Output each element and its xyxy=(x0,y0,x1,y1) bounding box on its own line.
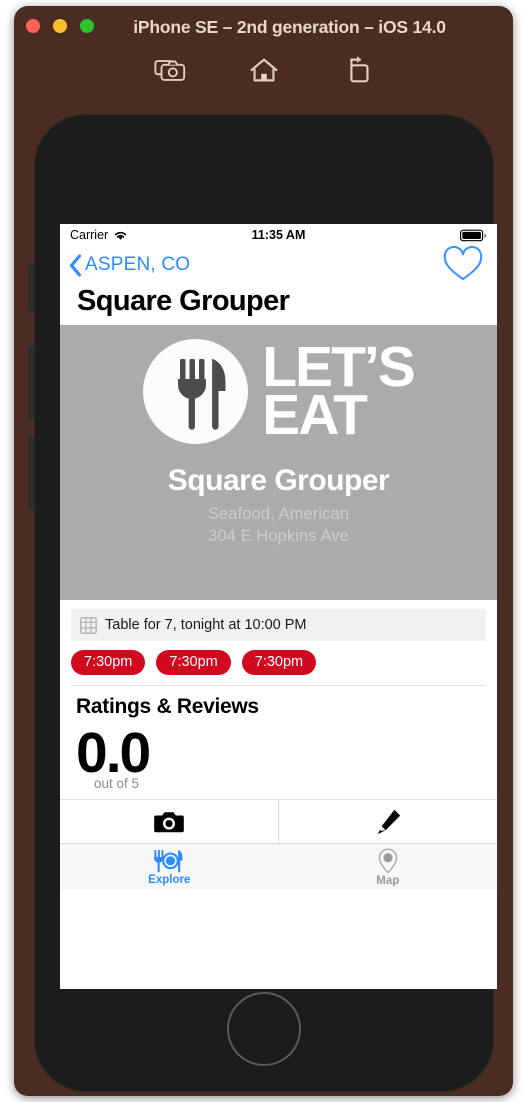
ratings-heading: Ratings & Reviews xyxy=(76,695,259,718)
reservation-summary-bar[interactable]: Table for 7, tonight at 10:00 PM xyxy=(71,609,486,641)
lets-eat-logo: LET’S EAT xyxy=(143,339,416,447)
hero-address: 304 E Hopkins Ave xyxy=(208,527,349,545)
tab-explore[interactable]: Explore xyxy=(60,844,279,890)
rotate-icon[interactable] xyxy=(341,53,375,87)
rating-out-of-label: out of 5 xyxy=(94,776,140,792)
back-button-label: ASPEN, CO xyxy=(85,254,191,275)
logo-line-2: EAT xyxy=(262,382,368,447)
rating-score: 0.0 xyxy=(76,721,151,785)
home-icon[interactable] xyxy=(247,53,281,87)
camera-icon xyxy=(154,811,184,832)
phone-screen: Carrier 11:35 AM ASPEN, CO Square Groupe… xyxy=(60,224,497,989)
fork-and-knife-plate-icon xyxy=(143,339,249,444)
tab-bar: Explore Map xyxy=(60,843,498,891)
chevron-left-icon xyxy=(69,253,82,277)
hero-restaurant-name: Square Grouper xyxy=(167,464,390,497)
simulator-window: iPhone SE – 2nd generation – iOS 14.0 Ca… xyxy=(14,6,513,1096)
navigation-bar: ASPEN, CO xyxy=(60,245,497,285)
reservation-time-pill[interactable]: 7:30pm xyxy=(71,650,146,675)
status-bar: Carrier 11:35 AM xyxy=(60,224,497,246)
add-photo-button[interactable] xyxy=(60,800,278,843)
hero-cuisine: Seafood, American xyxy=(207,505,350,523)
reservation-time-list: 7:30pm 7:30pm 7:30pm xyxy=(71,641,486,685)
back-button[interactable]: ASPEN, CO xyxy=(68,253,190,278)
tab-explore-label: Explore xyxy=(148,873,191,886)
silent-switch[interactable] xyxy=(28,264,35,312)
simulator-toolbar xyxy=(14,46,513,94)
pencil-icon xyxy=(378,809,401,834)
reservation-time-pill[interactable]: 7:30pm xyxy=(241,650,317,675)
page-title: Square Grouper xyxy=(77,285,290,317)
volume-up-button[interactable] xyxy=(28,346,35,420)
reservation-time-pill[interactable]: 7:30pm xyxy=(156,650,231,675)
restaurant-icon xyxy=(154,849,183,873)
reservation-section: Table for 7, tonight at 10:00 PM 7:30pm … xyxy=(60,600,497,685)
tab-map-label: Map xyxy=(376,874,400,887)
home-button[interactable] xyxy=(227,992,301,1066)
heart-outline-icon[interactable] xyxy=(441,245,485,285)
window-titlebar: iPhone SE – 2nd generation – iOS 14.0 xyxy=(14,6,513,46)
write-review-button[interactable] xyxy=(278,800,497,844)
lets-eat-wordmark: LET’S EAT xyxy=(262,339,416,447)
window-title: iPhone SE – 2nd generation – iOS 14.0 xyxy=(133,17,446,37)
screenshot-root: iPhone SE – 2nd generation – iOS 14.0 Ca… xyxy=(0,0,527,1102)
screenshot-camera-icon[interactable] xyxy=(153,53,187,87)
restaurant-hero: LET’S EAT Square Grouper Seafood, Americ… xyxy=(60,325,497,600)
volume-down-button[interactable] xyxy=(28,436,35,510)
reservation-summary-text: Table for 7, tonight at 10:00 PM xyxy=(105,617,307,633)
calendar-grid-icon xyxy=(80,616,97,634)
status-clock: 11:35 AM xyxy=(251,228,306,242)
iphone-device-frame: Carrier 11:35 AM ASPEN, CO Square Groupe… xyxy=(28,114,497,1092)
map-pin-icon xyxy=(378,848,398,874)
ratings-section: Ratings & Reviews 0.0 out of 5 xyxy=(60,686,497,791)
tab-map[interactable]: Map xyxy=(279,844,498,890)
action-row xyxy=(60,799,497,844)
